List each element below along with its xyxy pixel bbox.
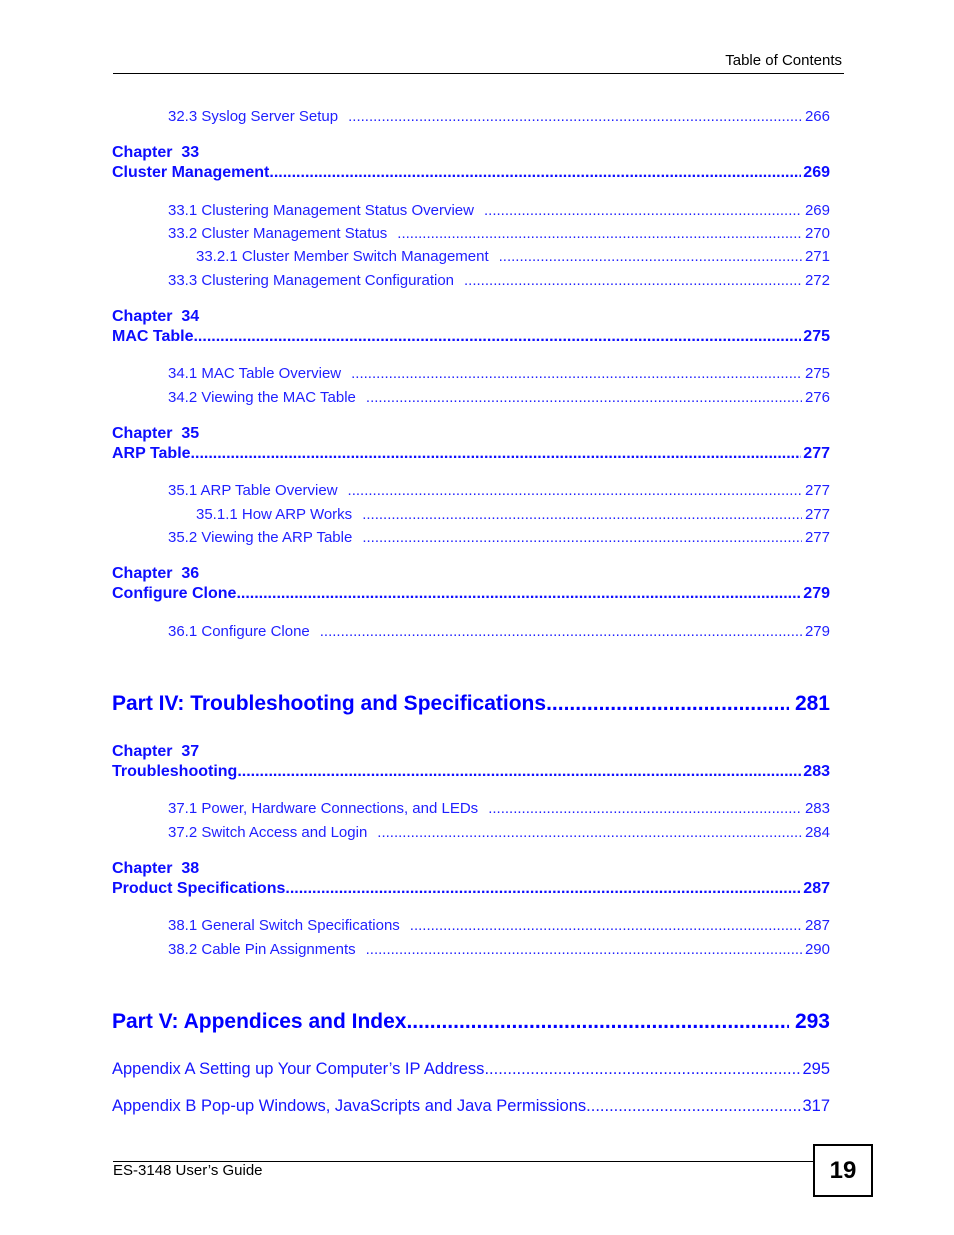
toc-section-36-1[interactable]: 36.1 Configure Clone279 (112, 623, 830, 640)
dot-leader (285, 880, 801, 898)
dot-leader (484, 202, 802, 219)
dot-leader (397, 225, 802, 242)
dot-leader (193, 328, 801, 346)
running-header: Table of Contents (725, 52, 842, 69)
page-number-box: 19 (813, 1144, 873, 1197)
dot-leader (269, 164, 801, 182)
chapter-38-label: Chapter 38 (112, 860, 200, 877)
chapter-36-entry[interactable]: Configure Clone 279 (112, 585, 830, 603)
dot-leader (499, 248, 802, 265)
dot-leader (191, 445, 802, 463)
page-number: 19 (829, 1156, 857, 1184)
appendix-b-entry[interactable]: Appendix B Pop-up Windows, JavaScripts a… (112, 1097, 830, 1116)
chapter-33-label: Chapter 33 (112, 144, 200, 161)
dot-leader (348, 108, 802, 125)
dot-leader (406, 1010, 788, 1034)
chapter-34-entry[interactable]: MAC Table275 (112, 328, 830, 346)
dot-leader (366, 389, 802, 406)
dot-leader (464, 272, 802, 289)
dot-leader (362, 506, 802, 523)
chapter-37-entry[interactable]: Troubleshooting283 (112, 763, 830, 781)
dot-leader (484, 1060, 801, 1079)
dot-leader (348, 482, 802, 499)
chapter-33-entry[interactable]: Cluster Management269 (112, 164, 830, 182)
footer-guide-title: ES-3148 User’s Guide (113, 1162, 263, 1179)
chapter-35-entry[interactable]: ARP Table 277 (112, 445, 830, 463)
dot-leader (586, 1097, 801, 1116)
toc-section-33-3[interactable]: 33.3 Clustering Management Configuration… (112, 272, 830, 289)
dot-leader (410, 917, 802, 934)
dot-leader (488, 800, 802, 817)
dot-leader (236, 585, 801, 603)
part-5-entry[interactable]: Part V: Appendices and Index 293 (112, 1010, 830, 1034)
dot-leader (237, 763, 801, 781)
toc-section-32-3[interactable]: 32.3 Syslog Server Setup266 (112, 108, 830, 125)
chapter-34-label: Chapter 34 (112, 308, 200, 325)
toc-section-35-1[interactable]: 35.1 ARP Table Overview277 (112, 482, 830, 499)
dot-leader (546, 692, 789, 716)
dot-leader (366, 941, 802, 958)
toc-section-33-2-1[interactable]: 33.2.1 Cluster Member Switch Management2… (112, 248, 830, 265)
toc-section-34-2[interactable]: 34.2 Viewing the MAC Table276 (112, 389, 830, 406)
toc-section-37-1[interactable]: 37.1 Power, Hardware Connections, and LE… (112, 800, 830, 817)
toc-section-33-1[interactable]: 33.1 Clustering Management Status Overvi… (112, 202, 830, 219)
part-4-entry[interactable]: Part IV: Troubleshooting and Specificati… (112, 692, 830, 716)
chapter-37-label: Chapter 37 (112, 743, 200, 760)
toc-section-37-2[interactable]: 37.2 Switch Access and Login284 (112, 824, 830, 841)
chapter-36-label: Chapter 36 (112, 565, 200, 582)
toc-section-38-1[interactable]: 38.1 General Switch Specifications287 (112, 917, 830, 934)
toc-section-34-1[interactable]: 34.1 MAC Table Overview275 (112, 365, 830, 382)
dot-leader (351, 365, 802, 382)
header-rule (113, 73, 844, 74)
dot-leader (377, 824, 802, 841)
toc-section-33-2[interactable]: 33.2 Cluster Management Status270 (112, 225, 830, 242)
toc-section-38-2[interactable]: 38.2 Cable Pin Assignments290 (112, 941, 830, 958)
toc-section-35-1-1[interactable]: 35.1.1 How ARP Works277 (112, 506, 830, 523)
dot-leader (362, 529, 802, 546)
chapter-35-label: Chapter 35 (112, 425, 200, 442)
toc-section-35-2[interactable]: 35.2 Viewing the ARP Table277 (112, 529, 830, 546)
chapter-38-entry[interactable]: Product Specifications 287 (112, 880, 830, 898)
dot-leader (320, 623, 802, 640)
appendix-a-entry[interactable]: Appendix A Setting up Your Computer’s IP… (112, 1060, 830, 1079)
